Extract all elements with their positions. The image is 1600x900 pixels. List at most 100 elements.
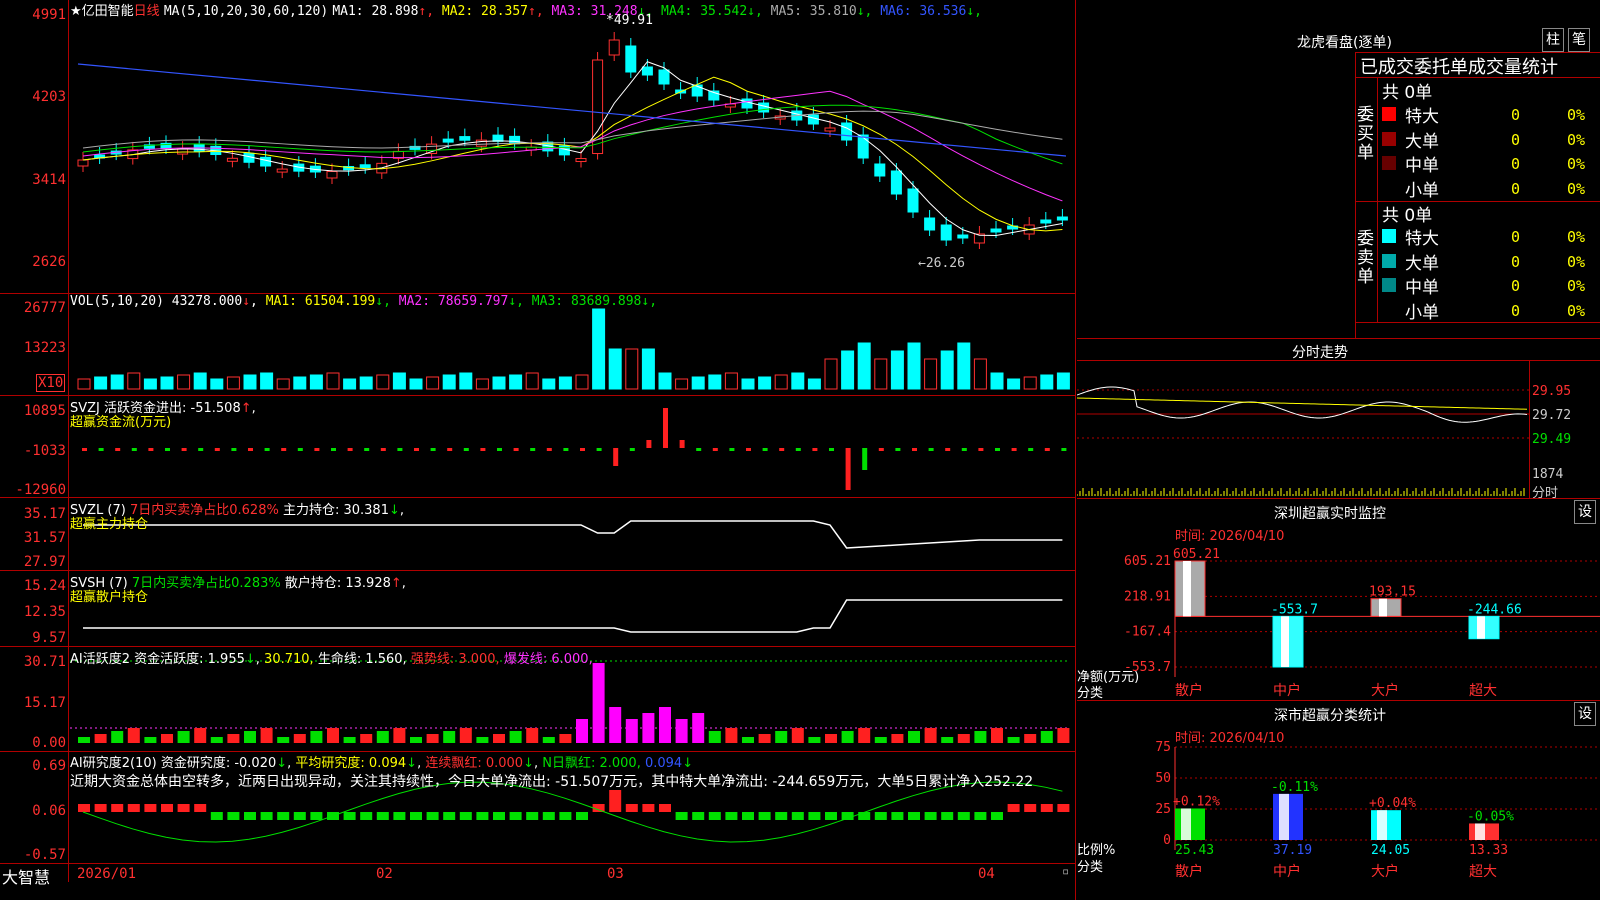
svzl-arrow: ↓ — [388, 503, 400, 518]
classify-bar-shine — [1181, 808, 1191, 840]
research-bar — [127, 804, 140, 812]
activity-bar — [161, 734, 173, 743]
classify-title: 深市超赢分类统计 — [1274, 708, 1386, 724]
classify-value-label: 37.19 — [1273, 843, 1312, 858]
volume-bar — [542, 378, 556, 390]
ma-line — [82, 104, 1063, 165]
ma-value-1: MA1: 28.898 — [332, 4, 419, 19]
activity-bar — [908, 731, 920, 743]
flow-bar — [530, 448, 536, 451]
research-bar — [310, 812, 323, 820]
research-bar — [874, 812, 887, 820]
order-swatch — [1382, 253, 1396, 268]
research-bar — [808, 812, 821, 820]
classify-chart[interactable]: 75 50 25 0 +0.12% 25.43 散户 -0.11% 37.19 中户 +0.04% 2… — [1077, 740, 1600, 900]
classify-category: 大户 — [1371, 863, 1399, 880]
ma-params: MA(5,10,20,30,60,120) — [163, 4, 329, 19]
kline-candle — [442, 138, 454, 143]
research-bar — [94, 804, 107, 812]
volume-bar — [426, 376, 440, 390]
flow-bar — [729, 448, 735, 451]
activity-bar — [974, 731, 987, 743]
flow-bar — [380, 448, 386, 451]
flow-bar — [1011, 448, 1017, 451]
flow-bar — [795, 448, 801, 451]
period-label[interactable]: 日线 — [134, 4, 160, 19]
kline-candle — [907, 188, 919, 213]
tick-view-button[interactable]: 笔 — [1568, 28, 1590, 52]
svzj-sub: 超赢资金流(万元) — [70, 415, 172, 430]
flow-bar — [746, 448, 751, 451]
svsh-y-tick: 12.35 — [23, 604, 66, 620]
order-count: 0 — [1511, 228, 1521, 246]
flow-bar — [878, 448, 884, 451]
activity-bar — [293, 734, 306, 743]
volume-bar — [658, 372, 672, 390]
monitor-settings-button[interactable]: 设 — [1574, 500, 1596, 524]
research-bar — [576, 812, 588, 820]
research-bar — [459, 812, 472, 820]
intraday-vol: 1874 — [1532, 467, 1564, 482]
activity-bar — [1024, 734, 1037, 743]
classify-settings-button[interactable]: 设 — [1574, 702, 1596, 726]
monitor-category: 中户 — [1273, 682, 1301, 699]
research-bar — [443, 812, 456, 820]
classify-change-label: -0.05% — [1467, 809, 1514, 824]
research-bar — [194, 804, 207, 812]
ai2-y-tick: 0.06 — [32, 803, 66, 819]
volume-bar — [509, 374, 523, 390]
svzl-sub: 超赢主力持仓 — [70, 517, 149, 532]
activity-bar — [327, 728, 339, 743]
activity-bar — [708, 731, 721, 743]
ai1-activity: 资金活跃度: 1.955 — [134, 652, 245, 667]
monitor-value-label: 193.15 — [1369, 585, 1416, 600]
volume-bar — [575, 374, 589, 390]
x-date: 04 — [978, 866, 995, 882]
research-bar — [991, 812, 1003, 820]
order-type-label: 大单 — [1405, 253, 1439, 274]
vol-label: VOL(5,10,20) — [70, 294, 164, 309]
volume-bar — [608, 348, 622, 390]
research-bar — [974, 812, 987, 820]
flow-bar — [978, 448, 984, 451]
kline-candle — [807, 114, 819, 125]
activity-bar — [991, 728, 1003, 743]
research-bar — [360, 812, 373, 820]
flow-bar — [82, 448, 87, 451]
research-bar — [1057, 804, 1070, 812]
activity-bar — [194, 728, 207, 743]
flow-bar — [563, 448, 569, 451]
stock-title[interactable]: ★亿田智能 — [70, 4, 134, 19]
volume-bar — [409, 378, 423, 390]
monitor-value-label: 605.21 — [1173, 547, 1220, 562]
volume-bar — [1056, 372, 1070, 390]
flow-bar — [463, 448, 469, 451]
research-bar — [858, 812, 871, 820]
lock-icon[interactable]: ▫ — [1062, 864, 1069, 878]
research-bar — [1040, 804, 1053, 812]
main-y-tick: 2626 — [32, 254, 66, 270]
research-bar — [376, 812, 389, 820]
main-y-tick: 3414 — [32, 172, 66, 188]
ai2-y-tick: 0.69 — [32, 758, 66, 774]
classify-bar-shine — [1377, 810, 1387, 840]
research-bar — [941, 812, 954, 820]
order-type-label: 小单 — [1405, 302, 1439, 323]
flow-bar — [845, 448, 851, 490]
research-bar — [1024, 804, 1037, 812]
activity-bar — [592, 663, 605, 743]
flow-bar — [414, 448, 419, 451]
activity-bar — [808, 737, 821, 743]
volume-bar — [924, 358, 938, 390]
volume-bar — [110, 374, 124, 390]
order-type-label: 中单 — [1405, 278, 1439, 298]
flow-bar — [663, 408, 668, 448]
monitor-chart[interactable]: 605.21218.91-167.4-553.7605.21散户-553.7中户… — [1077, 540, 1600, 700]
activity-bar — [825, 734, 837, 743]
activity-bar — [642, 713, 655, 743]
research-bar — [393, 812, 406, 820]
column-view-button[interactable]: 柱 — [1542, 28, 1564, 52]
main-y-tick: 4991 — [32, 7, 66, 23]
classify-y-tick: 75 — [1155, 740, 1171, 755]
intraday-chart[interactable] — [1077, 360, 1529, 500]
